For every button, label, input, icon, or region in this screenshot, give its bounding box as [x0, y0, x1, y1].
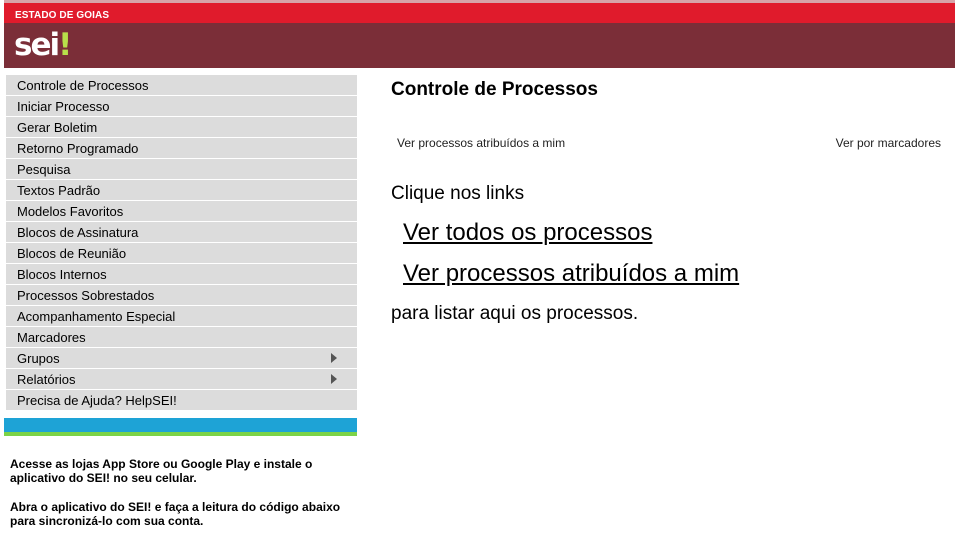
sidebar-item-label: Retorno Programado — [17, 141, 139, 156]
logo-text: sei — [14, 27, 60, 63]
app-sync-instructions: Abra o aplicativo do SEI! e faça a leitu… — [10, 500, 341, 528]
sidebar-item-label: Precisa de Ajuda? HelpSEI! — [17, 393, 177, 408]
sidebar-item-label: Processos Sobrestados — [17, 288, 155, 303]
decorative-stripe-green — [4, 432, 357, 436]
sidebar-item-label: Iniciar Processo — [17, 99, 110, 114]
sei-logo[interactable]: sei! — [14, 27, 72, 63]
app-store-instructions: Acesse as lojas App Store ou Google Play… — [10, 457, 313, 485]
sidebar-item-label: Modelos Favoritos — [17, 204, 124, 219]
sidebar-item-label: Acompanhamento Especial — [17, 309, 176, 324]
logo-bang: ! — [58, 27, 73, 63]
sidebar-item-helpsei[interactable]: Precisa de Ajuda? HelpSEI! — [6, 390, 357, 410]
sidebar-item-label: Blocos de Assinatura — [17, 225, 139, 240]
all-processes-link[interactable]: Ver todos os processos — [403, 219, 652, 247]
instruction-outro: para listar aqui os processos. — [391, 303, 639, 324]
sidebar-item-controle-processos[interactable]: Controle de Processos — [6, 75, 357, 95]
sidebar-item-label: Pesquisa — [17, 162, 71, 177]
sidebar-item-pesquisa[interactable]: Pesquisa — [6, 159, 357, 179]
instruction-intro: Clique nos links — [391, 183, 525, 204]
submenu-arrow-icon — [331, 374, 337, 384]
state-label: ESTADO DE GOIAS — [15, 10, 110, 21]
sidebar-item-retorno-programado[interactable]: Retorno Programado — [6, 138, 357, 158]
sidebar-item-modelos-favoritos[interactable]: Modelos Favoritos — [6, 201, 357, 221]
state-header-bar: ESTADO DE GOIAS — [4, 0, 955, 23]
sidebar-item-grupos[interactable]: Grupos — [6, 348, 357, 368]
sidebar-item-relatorios[interactable]: Relatórios — [6, 369, 357, 389]
sidebar-item-label: Marcadores — [17, 330, 86, 345]
sidebar-item-blocos-internos[interactable]: Blocos Internos — [6, 264, 357, 284]
sidebar-item-label: Blocos de Reunião — [17, 246, 127, 261]
sidebar-item-label: Grupos — [17, 351, 60, 366]
submenu-arrow-icon — [331, 353, 337, 363]
view-by-markers-link[interactable]: Ver por marcadores — [836, 136, 941, 150]
sidebar-item-blocos-reuniao[interactable]: Blocos de Reunião — [6, 243, 357, 263]
sidebar-item-textos-padrao[interactable]: Textos Padrão — [6, 180, 357, 200]
assigned-processes-link-small[interactable]: Ver processos atribuídos a mim — [397, 136, 565, 150]
sidebar-item-iniciar-processo[interactable]: Iniciar Processo — [6, 96, 357, 116]
sidebar-item-processos-sobrestados[interactable]: Processos Sobrestados — [6, 285, 357, 305]
sidebar-item-label: Relatórios — [17, 372, 76, 387]
assigned-processes-link[interactable]: Ver processos atribuídos a mim — [403, 260, 739, 288]
sidebar-item-label: Textos Padrão — [17, 183, 101, 198]
sidebar-item-label: Gerar Boletim — [17, 120, 98, 135]
sidebar-item-blocos-assinatura[interactable]: Blocos de Assinatura — [6, 222, 357, 242]
sidebar-item-acompanhamento-especial[interactable]: Acompanhamento Especial — [6, 306, 357, 326]
sidebar-menu: Controle de Processos Iniciar Processo G… — [4, 71, 357, 418]
sidebar-item-label: Blocos Internos — [17, 267, 107, 282]
brand-bar: sei! — [4, 23, 955, 68]
sidebar-item-label: Controle de Processos — [17, 78, 149, 93]
sidebar-item-marcadores[interactable]: Marcadores — [6, 327, 357, 347]
decorative-stripe-blue — [4, 418, 357, 432]
page-title: Controle de Processos — [391, 79, 598, 100]
sidebar-item-gerar-boletim[interactable]: Gerar Boletim — [6, 117, 357, 137]
